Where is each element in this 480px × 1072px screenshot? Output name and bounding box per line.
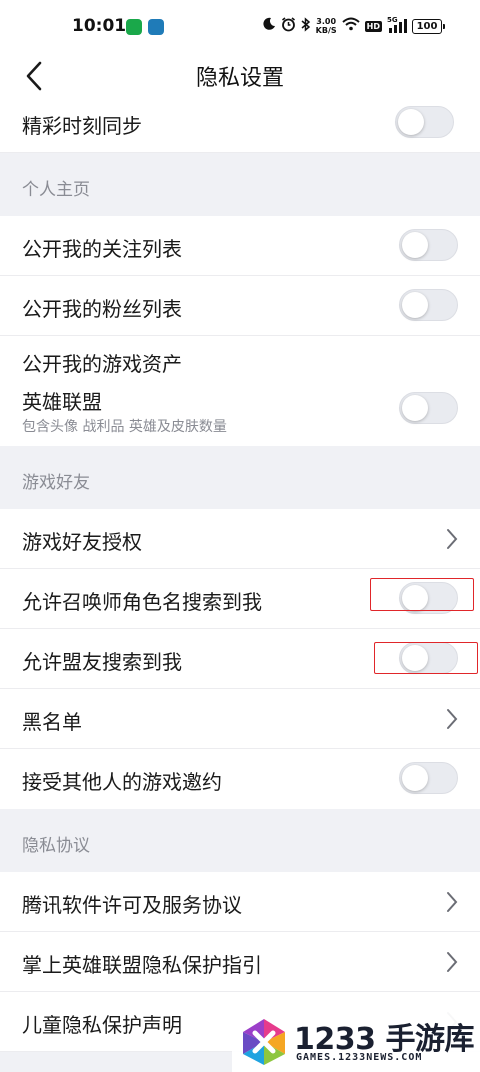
cellular-signal-icon: 5G xyxy=(387,16,407,34)
highlight-box xyxy=(374,642,478,674)
chevron-right-icon xyxy=(447,709,458,729)
public-game-assets-label: 公开我的游戏资产 xyxy=(22,352,182,376)
friend-auth-row[interactable]: 游戏好友授权 xyxy=(0,509,480,569)
highlight-box xyxy=(370,578,474,611)
status-time: 10:01 xyxy=(72,16,127,36)
wifi-icon xyxy=(341,17,360,35)
bluetooth-icon xyxy=(301,16,311,36)
public-fans-label: 公开我的粉丝列表 xyxy=(22,297,182,321)
watermark-site: GAMES.1233NEWS.COM xyxy=(296,1052,423,1063)
public-game-assets-row: 公开我的游戏资产 英雄联盟 包含头像 战利品 英雄及皮肤数量 xyxy=(0,336,480,446)
allow-ally-search-row[interactable]: 允许盟友搜索到我 xyxy=(0,629,480,689)
toggle-knob xyxy=(402,292,428,318)
net-speed-unit: KB/S xyxy=(315,26,337,35)
hd-badge: HD xyxy=(364,20,382,32)
toggle-knob xyxy=(398,109,424,135)
watermark: 1233 手游库 GAMES.1233NEWS.COM xyxy=(232,1012,480,1072)
section-privacy: 隐私协议 xyxy=(0,809,480,872)
moon-icon xyxy=(262,17,276,35)
children-privacy-label: 儿童隐私保护声明 xyxy=(22,1013,182,1037)
battery-icon: 100 xyxy=(412,18,445,34)
section-profile-label: 个人主页 xyxy=(22,180,90,200)
alarm-icon xyxy=(281,16,296,36)
chevron-right-icon xyxy=(447,892,458,912)
allow-summoner-search-row[interactable]: 允许召唤师角色名搜索到我 xyxy=(0,569,480,629)
lol-assets-toggle[interactable] xyxy=(399,392,458,424)
blacklist-row[interactable]: 黑名单 xyxy=(0,689,480,749)
page-title: 隐私设置 xyxy=(195,66,284,91)
toggle-knob xyxy=(402,232,428,258)
allow-ally-search-label: 允许盟友搜索到我 xyxy=(22,650,182,674)
status-bar: 10:01 3.00 KB/S HD 5G 100 xyxy=(0,0,480,52)
settings-list: 精彩时刻同步 个人主页 公开我的关注列表 公开我的粉丝列表 公开我的游戏资产 英… xyxy=(0,102,480,1052)
net-speed-value: 3.00 xyxy=(316,17,337,26)
lol-assets-label: 英雄联盟 xyxy=(22,390,102,414)
section-profile: 个人主页 xyxy=(0,153,480,216)
highlights-sync-toggle[interactable] xyxy=(395,106,454,138)
toggle-knob xyxy=(402,765,428,791)
chevron-right-icon xyxy=(447,529,458,549)
oppo-app-icon xyxy=(126,19,142,35)
nav-bar: 隐私设置 xyxy=(0,52,480,102)
tencent-license-row[interactable]: 腾讯软件许可及服务协议 xyxy=(0,872,480,932)
highlights-sync-label: 精彩时刻同步 xyxy=(22,114,142,138)
privacy-guide-label: 掌上英雄联盟隐私保护指引 xyxy=(22,953,262,977)
status-icons: 3.00 KB/S HD 5G 100 xyxy=(262,15,445,37)
tencent-license-label: 腾讯软件许可及服务协议 xyxy=(22,893,242,917)
accept-invites-toggle[interactable] xyxy=(399,762,458,794)
public-following-label: 公开我的关注列表 xyxy=(22,237,182,261)
section-friends-label: 游戏好友 xyxy=(22,473,90,493)
chevron-right-icon xyxy=(447,952,458,972)
toggle-knob xyxy=(402,395,428,421)
net-speed: 3.00 KB/S xyxy=(316,17,337,35)
blacklist-label: 黑名单 xyxy=(22,710,82,734)
allow-summoner-search-label: 允许召唤师角色名搜索到我 xyxy=(22,590,262,614)
public-fans-row[interactable]: 公开我的粉丝列表 xyxy=(0,276,480,336)
lol-assets-description: 包含头像 战利品 英雄及皮肤数量 xyxy=(22,419,227,435)
public-following-toggle[interactable] xyxy=(399,229,458,261)
section-privacy-label: 隐私协议 xyxy=(22,836,90,856)
accept-invites-row[interactable]: 接受其他人的游戏邀约 xyxy=(0,749,480,809)
watermark-logo-icon xyxy=(243,1019,285,1065)
highlights-sync-row: 精彩时刻同步 xyxy=(0,102,480,153)
friend-auth-label: 游戏好友授权 xyxy=(22,530,142,554)
notification-app-icon xyxy=(148,19,164,35)
privacy-guide-row[interactable]: 掌上英雄联盟隐私保护指引 xyxy=(0,932,480,992)
public-following-row[interactable]: 公开我的关注列表 xyxy=(0,216,480,276)
public-fans-toggle[interactable] xyxy=(399,289,458,321)
accept-invites-label: 接受其他人的游戏邀约 xyxy=(22,770,222,794)
section-friends: 游戏好友 xyxy=(0,446,480,509)
